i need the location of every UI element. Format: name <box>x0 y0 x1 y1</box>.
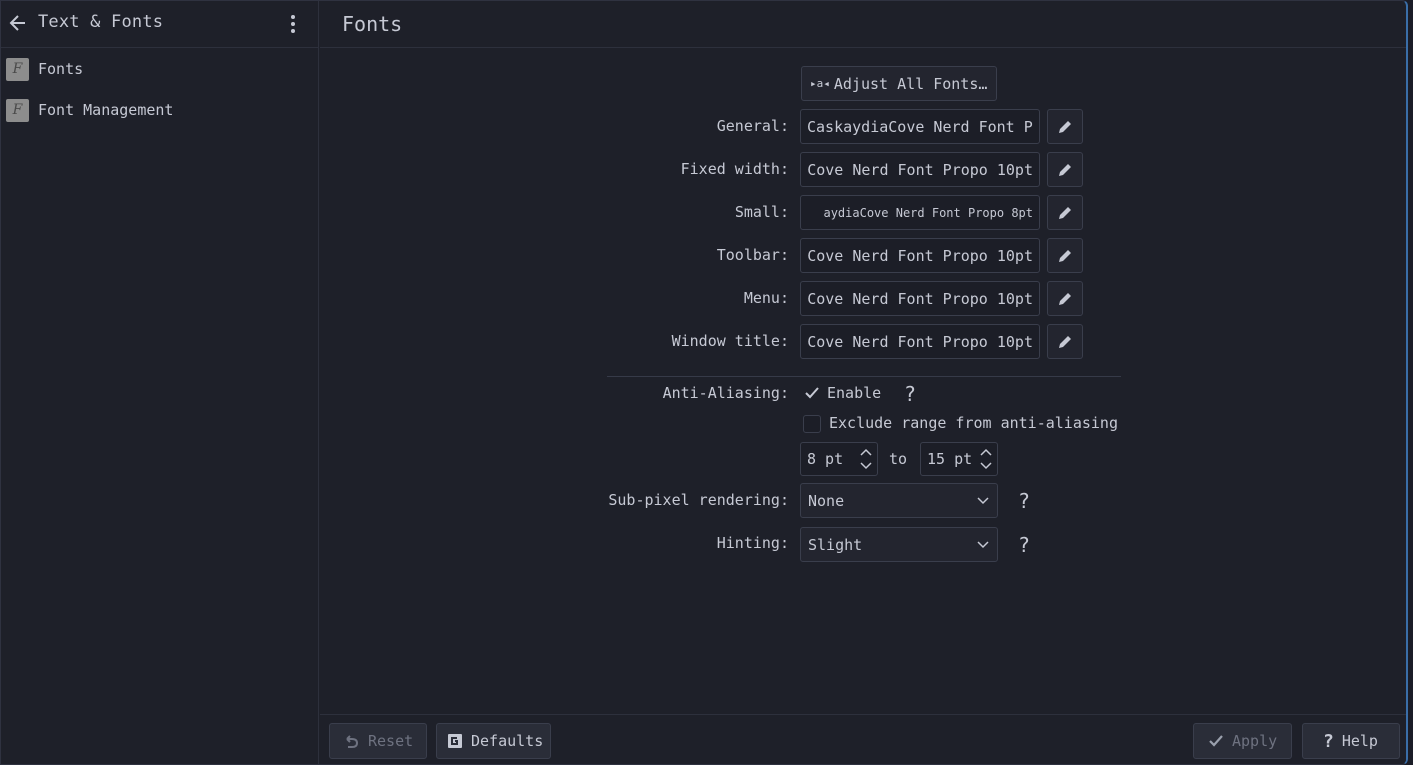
range-to-value: 15 pt <box>927 450 973 468</box>
font-adjust-icon: ▸a◂ <box>810 77 830 90</box>
fonts-app-icon: F <box>6 98 29 122</box>
system-settings-window: Text & Fonts F Fonts F Font Management F… <box>0 0 1408 765</box>
apply-button[interactable]: Apply <box>1193 723 1292 759</box>
sidebar: Text & Fonts F Fonts F Font Management <box>1 1 319 764</box>
small-font-field[interactable]: aydiaCove Nerd Font Propo 8pt <box>800 195 1040 230</box>
sidebar-title: Text & Fonts <box>38 12 164 32</box>
subpixel-rendering-label: Sub-pixel rendering: <box>608 491 789 509</box>
defaults-label: Defaults <box>471 732 544 750</box>
enable-antialiasing-checkbox[interactable]: Enable <box>804 384 881 402</box>
range-to-label: to <box>889 450 908 468</box>
spin-arrows-icon[interactable] <box>979 446 993 472</box>
undo-icon <box>344 733 360 749</box>
exclude-range-checkbox[interactable] <box>803 415 821 433</box>
toolbar-font-label: Toolbar: <box>716 246 789 264</box>
menu-font-field[interactable]: Cove Nerd Font Propo 10pt <box>800 281 1040 316</box>
page-title: Fonts <box>342 12 403 36</box>
pencil-icon <box>1059 163 1071 176</box>
help-label: Help <box>1341 732 1378 750</box>
checkmark-icon <box>805 387 819 399</box>
menu-font-label: Menu: <box>743 289 789 307</box>
edit-window-title-font-button[interactable] <box>1047 324 1083 359</box>
defaults-icon <box>447 733 463 749</box>
checkmark-icon <box>1208 733 1224 749</box>
help-icon: ? <box>1323 730 1334 752</box>
hinting-value: Slight <box>808 535 863 554</box>
small-font-label: Small: <box>734 203 789 221</box>
subpixel-help-icon[interactable]: ? <box>1018 489 1030 513</box>
fonts-app-icon: F <box>6 57 29 81</box>
range-from-spinbox[interactable]: 8 pt <box>800 442 878 476</box>
exclude-range-label: Exclude range from anti-aliasing <box>829 414 1118 432</box>
reset-label: Reset <box>368 732 414 750</box>
window-title-font-label: Window title: <box>671 332 789 350</box>
window-title-font-field[interactable]: Cove Nerd Font Propo 10pt <box>800 324 1040 359</box>
subpixel-rendering-select[interactable]: None <box>800 483 998 518</box>
edit-toolbar-font-button[interactable] <box>1047 238 1083 273</box>
general-font-field[interactable]: CaskaydiaCove Nerd Font P <box>800 109 1040 144</box>
subpixel-rendering-value: None <box>808 491 845 510</box>
fixed-width-font-field[interactable]: Cove Nerd Font Propo 10pt <box>800 152 1040 187</box>
defaults-button[interactable]: Defaults <box>436 723 551 759</box>
hinting-select[interactable]: Slight <box>800 527 998 562</box>
edit-small-font-button[interactable] <box>1047 195 1083 230</box>
sidebar-item-font-management[interactable]: F Font Management <box>1 91 319 129</box>
antialiasing-help-icon[interactable]: ? <box>904 382 916 406</box>
range-to-spinbox[interactable]: 15 pt <box>920 442 998 476</box>
sidebar-item-fonts[interactable]: F Fonts <box>1 50 319 88</box>
sidebar-item-label: Fonts <box>38 60 84 78</box>
general-font-label: General: <box>716 117 789 135</box>
edit-fixed-width-font-button[interactable] <box>1047 152 1083 187</box>
range-from-value: 8 pt <box>807 450 844 468</box>
main-panel: Fonts ▸a◂ Adjust All Fonts… General: Cas… <box>320 1 1406 764</box>
sidebar-header: Text & Fonts <box>1 1 318 48</box>
chevron-down-icon <box>977 541 989 549</box>
sidebar-item-label: Font Management <box>38 101 174 119</box>
chevron-down-icon <box>977 497 989 505</box>
section-divider <box>607 376 1121 377</box>
hinting-label: Hinting: <box>716 534 789 552</box>
pencil-icon <box>1059 120 1071 133</box>
apply-label: Apply <box>1232 732 1278 750</box>
edit-general-font-button[interactable] <box>1047 109 1083 144</box>
help-button[interactable]: ? Help <box>1302 723 1400 759</box>
enable-label: Enable <box>827 384 882 402</box>
main-header: Fonts <box>320 1 1406 48</box>
kebab-menu-icon[interactable] <box>284 12 302 36</box>
hinting-help-icon[interactable]: ? <box>1018 533 1030 557</box>
pencil-icon <box>1059 335 1071 348</box>
adjust-all-fonts-label: Adjust All Fonts… <box>833 74 988 93</box>
footer-bar: Reset Defaults Apply ? Help <box>320 714 1406 764</box>
arrow-left-icon[interactable] <box>9 13 27 33</box>
adjust-all-fonts-button[interactable]: ▸a◂ Adjust All Fonts… <box>801 66 997 101</box>
reset-button[interactable]: Reset <box>329 723 427 759</box>
fixed-width-font-label: Fixed width: <box>680 160 789 178</box>
spin-arrows-icon[interactable] <box>859 446 873 472</box>
pencil-icon <box>1059 206 1071 219</box>
toolbar-font-field[interactable]: Cove Nerd Font Propo 10pt <box>800 238 1040 273</box>
pencil-icon <box>1059 249 1071 262</box>
edit-menu-font-button[interactable] <box>1047 281 1083 316</box>
pencil-icon <box>1059 292 1071 305</box>
anti-aliasing-label: Anti-Aliasing: <box>662 384 789 402</box>
